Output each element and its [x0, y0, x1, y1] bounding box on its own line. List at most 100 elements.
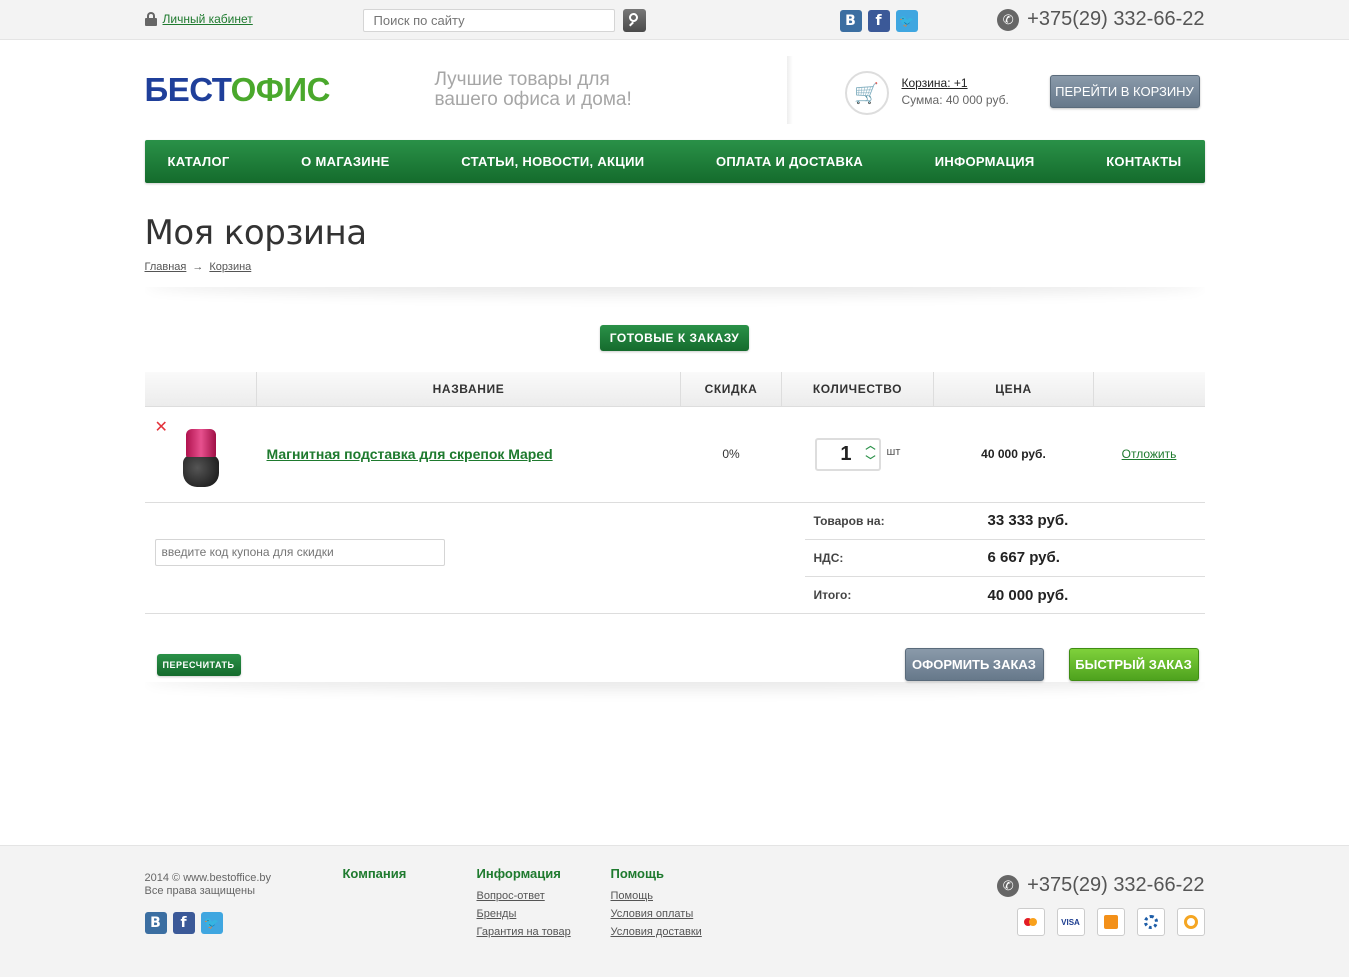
cart-actions: ПЕРЕСЧИТАТЬ ОФОРМИТЬ ЗАКАЗ БЫСТРЫЙ ЗАКАЗ	[145, 614, 1205, 684]
copyright: 2014 © www.bestoffice.by Все права защищ…	[144, 872, 272, 897]
cart-table: НАЗВАНИЕ СКИДКА КОЛИЧЕСТВО ЦЕНА ✕ Магнит…	[144, 372, 1205, 503]
goods-total-row: Товаров на: 33 333 руб.	[804, 503, 1205, 540]
site-footer: 2014 © www.bestoffice.by Все права защищ…	[0, 845, 1349, 977]
footer-link-faq[interactable]: Вопрос-ответ	[477, 887, 571, 905]
breadcrumb-home[interactable]: Главная	[145, 261, 187, 273]
footer-col-company: Компания	[343, 866, 407, 887]
slogan: Лучшие товары для вашего офиса и дома!	[434, 69, 632, 110]
grand-total-row: Итого: 40 000 руб.	[813, 586, 1069, 604]
breadcrumb-cart[interactable]: Корзина	[209, 261, 251, 273]
defer-link[interactable]: Отложить	[1122, 447, 1177, 461]
logo[interactable]: БЕСТОФИС	[145, 71, 331, 109]
product-name-cell: Магнитная подставка для скрепок Maped	[256, 406, 681, 503]
phone-number: +375(29) 332-66-22	[1027, 8, 1205, 30]
nav-item-information[interactable]: ИНФОРМАЦИЯ	[935, 154, 1035, 169]
site-search	[362, 9, 646, 32]
vat-row: НДС: 6 667 руб.	[804, 540, 1205, 577]
account-link-wrap: Личный кабинет	[144, 12, 253, 26]
cart-icon[interactable]: 🛒	[844, 71, 889, 115]
remove-item-icon[interactable]: ✕	[155, 417, 168, 437]
nav-item-about[interactable]: О МАГАЗИНЕ	[301, 154, 389, 169]
product-link[interactable]: Магнитная подставка для скрепок Maped	[257, 446, 553, 462]
phone-number: +375(29) 332-66-22	[1027, 874, 1205, 896]
vk-icon[interactable]: B	[839, 10, 862, 32]
paperclip-holder-image	[182, 428, 219, 489]
recalculate-button[interactable]: ПЕРЕСЧИТАТЬ	[156, 653, 241, 676]
quantity-cell: 1 ︿ ﹀ шт	[781, 406, 934, 503]
defer-cell: Отложить	[1093, 406, 1205, 503]
coupon-input[interactable]	[154, 538, 445, 566]
header-divider	[786, 56, 793, 124]
visa-icon: VISA	[1056, 908, 1085, 936]
product-image-cell: ✕	[144, 406, 257, 503]
vk-icon[interactable]: B	[144, 912, 167, 934]
footer-col-info: Информация Вопрос-ответ Бренды Гарантия …	[477, 866, 571, 941]
twitter-icon[interactable]: 🐦	[895, 10, 918, 32]
nav-item-payment-delivery[interactable]: ОПЛАТА И ДОСТАВКА	[716, 154, 863, 169]
phone-icon: ✆	[997, 8, 1020, 31]
section-shadow	[145, 287, 1205, 327]
footer-link-delivery-terms[interactable]: Условия доставки	[611, 923, 702, 941]
table-row: ✕ Магнитная подставка для скрепок Maped …	[144, 406, 1205, 503]
cart-sum: Сумма: 40 000 руб.	[901, 93, 1009, 107]
quantity-unit: шт	[886, 445, 901, 458]
nav-item-catalog[interactable]: КАТАЛОГ	[168, 154, 230, 169]
cart-summary: Корзина: +1 Сумма: 40 000 руб.	[902, 75, 1009, 109]
quantity-input[interactable]: 1 ︿ ﹀	[814, 437, 881, 471]
quick-order-button[interactable]: БЫСТРЫЙ ЗАКАЗ	[1068, 647, 1199, 681]
ready-tab-wrap: ГОТОВЫЕ К ЗАКАЗУ	[145, 325, 1205, 351]
mastercard-icon	[1016, 908, 1045, 936]
phone-icon: ✆	[997, 874, 1020, 897]
totals: Товаров на: 33 333 руб. НДС: 6 667 руб. …	[804, 503, 1205, 614]
go-to-cart-button[interactable]: ПЕРЕЙТИ В КОРЗИНУ	[1049, 75, 1200, 108]
price-cell: 40 000 руб.	[933, 406, 1094, 503]
quantity-stepper: 1 ︿ ﹀ шт	[782, 437, 934, 471]
footer-heading-info[interactable]: Информация	[477, 866, 571, 881]
section-shadow-bottom	[145, 682, 1205, 722]
col-quantity: КОЛИЧЕСТВО	[781, 372, 934, 407]
nav-item-articles[interactable]: СТАТЬИ, НОВОСТИ, АКЦИИ	[461, 154, 644, 169]
lock-icon	[144, 12, 157, 26]
footer-link-payment-terms[interactable]: Условия оплаты	[611, 905, 702, 923]
main-content: КАТАЛОГ О МАГАЗИНЕ СТАТЬИ, НОВОСТИ, АКЦИ…	[144, 140, 1205, 722]
search-button[interactable]	[622, 9, 646, 32]
cart-count-link[interactable]: Корзина: +1	[902, 75, 1009, 92]
ready-to-order-tab[interactable]: ГОТОВЫЕ К ЗАКАЗУ	[599, 325, 750, 351]
col-image	[144, 372, 257, 407]
footer-link-help[interactable]: Помощь	[611, 887, 702, 905]
social-links: B f 🐦	[839, 10, 918, 32]
payment-system-icon	[1096, 908, 1125, 936]
facebook-icon[interactable]: f	[172, 912, 195, 934]
footer-col-help: Помощь Помощь Условия оплаты Условия дос…	[611, 866, 702, 941]
footer-link-warranty[interactable]: Гарантия на товар	[477, 923, 571, 941]
chevron-up-icon[interactable]: ︿	[866, 441, 876, 452]
account-link[interactable]: Личный кабинет	[163, 12, 253, 26]
product-image[interactable]: ✕	[145, 407, 257, 502]
breadcrumb-separator: →	[192, 261, 204, 273]
footer-link-brands[interactable]: Бренды	[477, 905, 571, 923]
chevron-down-icon[interactable]: ﹀	[866, 456, 876, 467]
facebook-icon[interactable]: f	[867, 10, 890, 32]
footer-heading-company[interactable]: Компания	[343, 866, 407, 881]
nav-item-contacts[interactable]: КОНТАКТЫ	[1106, 154, 1181, 169]
qiwi-icon	[1176, 908, 1205, 936]
top-bar: Личный кабинет B f 🐦 ✆ +375(29) 332-66-2…	[0, 0, 1349, 40]
page-title: Моя корзина	[144, 213, 368, 253]
checkout-button[interactable]: ОФОРМИТЬ ЗАКАЗ	[904, 647, 1044, 681]
main-nav: КАТАЛОГ О МАГАЗИНЕ СТАТЬИ, НОВОСТИ, АКЦИ…	[144, 140, 1205, 183]
table-header-row: НАЗВАНИЕ СКИДКА КОЛИЧЕСТВО ЦЕНА	[144, 372, 1205, 407]
col-price: ЦЕНА	[933, 372, 1094, 407]
breadcrumb: Главная → Корзина	[145, 261, 1205, 273]
col-discount: СКИДКА	[680, 372, 782, 407]
col-actions	[1093, 372, 1205, 407]
twitter-icon[interactable]: 🐦	[200, 912, 223, 934]
webmoney-icon	[1136, 908, 1165, 936]
header-phone: ✆ +375(29) 332-66-22	[997, 8, 1205, 31]
cart-summary-block: Товаров на: 33 333 руб. НДС: 6 667 руб. …	[144, 503, 1205, 614]
search-input[interactable]	[362, 9, 615, 32]
footer-phone: ✆ +375(29) 332-66-22	[997, 874, 1205, 897]
col-name: НАЗВАНИЕ	[256, 372, 681, 407]
payment-methods: VISA	[1016, 908, 1205, 936]
discount-cell: 0%	[680, 406, 782, 503]
footer-heading-help[interactable]: Помощь	[611, 866, 702, 881]
